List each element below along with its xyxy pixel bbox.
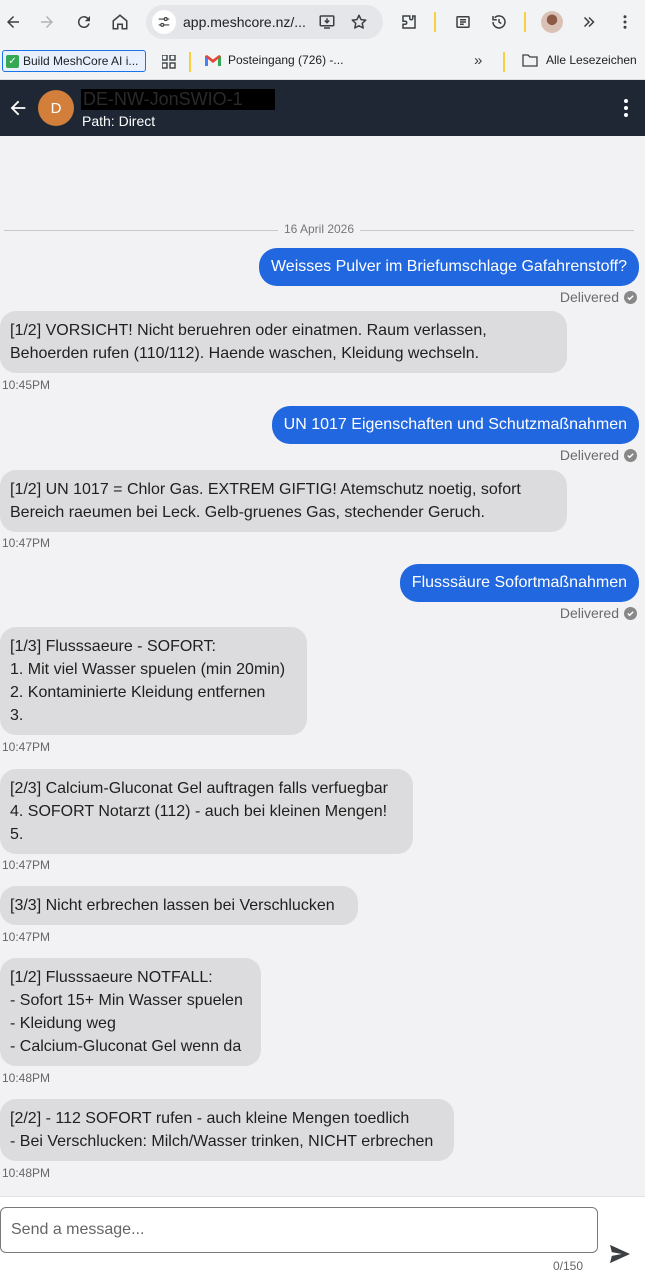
bookmark-gmail[interactable]: Posteingang (726) -...: [205, 53, 343, 67]
more-tools-icon[interactable]: [577, 10, 601, 34]
delivery-status: Delivered: [560, 447, 637, 463]
message-time: 10:45PM: [2, 378, 51, 392]
install-app-icon[interactable]: [318, 13, 336, 31]
gmail-icon: [205, 55, 221, 66]
message-composer: 0/150: [0, 1196, 645, 1282]
delivery-status: Delivered: [560, 605, 637, 621]
message-time: 10:47PM: [2, 858, 51, 872]
incoming-message[interactable]: [2/3] Calcium-Gluconat Gel auftragen fal…: [0, 769, 413, 854]
reading-list-icon[interactable]: [451, 10, 475, 34]
delivery-status: Delivered: [560, 289, 637, 305]
incoming-message[interactable]: [1/3] Flusssaeure - SOFORT: 1. Mit viel …: [0, 627, 307, 735]
message-time: 10:47PM: [2, 536, 51, 550]
message-time: 10:47PM: [2, 740, 51, 754]
site-settings-icon[interactable]: [152, 10, 176, 34]
date-divider: 16 April 2026: [4, 222, 634, 238]
check-icon: ✓: [6, 54, 19, 68]
message-input[interactable]: [0, 1207, 598, 1253]
contact-avatar[interactable]: D: [38, 90, 74, 126]
contact-name: DE-NW-JonSWIO-1: [81, 89, 275, 110]
incoming-message[interactable]: [3/3] Nicht erbrechen lassen bei Verschl…: [0, 886, 358, 925]
menu-icon[interactable]: [613, 10, 637, 34]
check-circle-icon: [624, 448, 637, 462]
status-text: Delivered: [559, 289, 619, 305]
back-icon[interactable]: [1, 10, 25, 34]
bookmark-label: Alle Lesezeichen: [546, 53, 637, 67]
bookmark-label: Build MeshCore AI i...: [23, 54, 139, 68]
all-bookmarks[interactable]: Alle Lesezeichen: [522, 53, 637, 67]
send-icon[interactable]: [609, 1244, 631, 1264]
extensions-icon[interactable]: [397, 10, 421, 34]
bookmark-label: Posteingang (726) -...: [228, 53, 344, 67]
outgoing-message[interactable]: Weisses Pulver im Briefumschlage Gafahre…: [258, 248, 639, 286]
address-bar[interactable]: app.meshcore.nz/...: [146, 5, 383, 39]
apps-grid-icon[interactable]: [162, 55, 176, 69]
bookmark-star-icon[interactable]: [350, 13, 368, 31]
message-list[interactable]: 16 April 2026 Weisses Pulver im Briefums…: [0, 136, 645, 1196]
check-circle-icon: [624, 290, 637, 304]
incoming-message[interactable]: [1/2] UN 1017 = Chlor Gas. EXTREM GIFTIG…: [0, 470, 567, 532]
chat-header: D DE-NW-JonSWIO-1 Path: Direct: [0, 80, 645, 136]
forward-icon[interactable]: [35, 10, 59, 34]
browser-toolbar: app.meshcore.nz/...: [0, 0, 645, 44]
bookmarks-overflow-button[interactable]: »: [474, 52, 482, 69]
path-label: Path: Direct: [82, 113, 156, 129]
message-time: 10:47PM: [2, 930, 51, 944]
folder-icon: [522, 53, 538, 67]
kebab-menu-icon[interactable]: [618, 98, 634, 118]
outgoing-message[interactable]: UN 1017 Eigenschaften und Schutzmaßnahme…: [271, 406, 639, 444]
url-text: app.meshcore.nz/...: [183, 14, 306, 30]
status-text: Delivered: [559, 605, 619, 621]
check-circle-icon: [624, 606, 637, 620]
incoming-message[interactable]: [1/2] Flusssaeure NOTFALL: - Sofort 15+ …: [0, 958, 261, 1066]
bookmark-divider: [189, 52, 191, 72]
incoming-message[interactable]: [2/2] - 112 SOFORT rufen - auch kleine M…: [0, 1099, 454, 1161]
home-icon[interactable]: [108, 10, 132, 34]
outgoing-message[interactable]: Flusssäure Sofortmaßnahmen: [399, 564, 639, 602]
history-icon[interactable]: [487, 10, 511, 34]
character-counter: 0/150: [553, 1259, 584, 1273]
bookmark-build-meshcore[interactable]: ✓ Build MeshCore AI i...: [2, 50, 146, 72]
toolbar-divider: [434, 12, 436, 32]
toolbar-divider: [524, 12, 526, 32]
message-time: 10:48PM: [2, 1071, 51, 1085]
message-time: 10:48PM: [2, 1166, 51, 1180]
date-label: 16 April 2026: [277, 222, 361, 236]
bookmarks-bar: ✓ Build MeshCore AI i... Posteingang (72…: [0, 44, 645, 80]
arrow-left-icon[interactable]: [7, 97, 29, 119]
profile-avatar[interactable]: [541, 11, 563, 33]
bookmark-divider: [503, 52, 505, 72]
incoming-message[interactable]: [1/2] VORSICHT! Nicht beruehren oder ein…: [0, 311, 567, 373]
reload-icon[interactable]: [72, 10, 96, 34]
status-text: Delivered: [559, 447, 619, 463]
